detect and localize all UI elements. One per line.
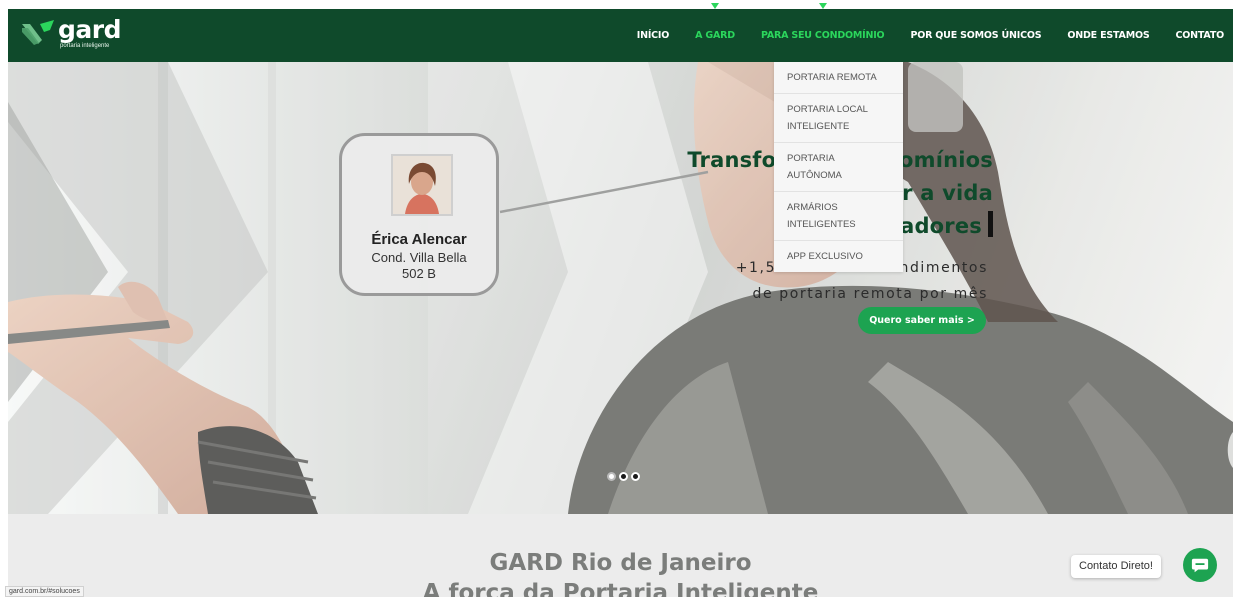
section-title: GARD Rio de Janeiro xyxy=(489,550,752,576)
hero-banner: Érica Alencar Cond. Villa Bella 502 B Tr… xyxy=(8,62,1233,514)
logo-wordmark: gard xyxy=(58,15,122,44)
resident-unit: 502 B xyxy=(402,266,436,281)
menu-item-app-exclusivo[interactable]: APP EXCLUSIVO xyxy=(774,241,903,272)
resident-condo: Cond. Villa Bella xyxy=(371,250,467,265)
logo-text: gard portaria inteligente xyxy=(58,15,122,51)
nav-a-gard[interactable]: A GARD xyxy=(695,3,735,41)
nav-para-seu-condominio[interactable]: PARA SEU CONDOMÍNIO xyxy=(760,3,885,41)
nav-inicio[interactable]: INÍCIO xyxy=(637,30,670,41)
slider-dot-1[interactable] xyxy=(607,472,616,481)
page: Érica Alencar Cond. Villa Bella 502 B Tr… xyxy=(0,0,1233,597)
resident-name: Érica Alencar xyxy=(371,231,467,248)
nav-onde-estamos[interactable]: ONDE ESTAMOS xyxy=(1067,30,1149,41)
intro-section: GARD Rio de Janeiro A força da Portaria … xyxy=(8,514,1233,597)
condominio-dropdown-menu: PORTARIA REMOTA PORTARIA LOCAL INTELIGEN… xyxy=(774,62,903,272)
status-bar-url: gard.com.br/#solucoes xyxy=(5,586,84,597)
resident-card: Érica Alencar Cond. Villa Bella 502 B xyxy=(339,133,499,296)
slider-dot-2[interactable] xyxy=(619,472,628,481)
resident-avatar xyxy=(391,154,453,216)
menu-item-armarios-inteligentes[interactable]: ARMÁRIOS INTELIGENTES xyxy=(774,192,903,241)
main-nav: INÍCIO A GARD PARA SEU CONDOMÍNIO POR QU… xyxy=(637,3,1233,62)
logo-tagline: portaria inteligente xyxy=(60,43,110,49)
chat-label[interactable]: Contato Direto! xyxy=(1071,555,1161,578)
nav-caret-icon xyxy=(818,3,827,9)
nav-contato[interactable]: CONTATO xyxy=(1175,30,1224,41)
hero-overlay xyxy=(8,62,1233,514)
typing-cursor xyxy=(988,211,993,237)
slider-next-arrow[interactable] xyxy=(1223,434,1233,466)
slider-dots xyxy=(607,472,640,481)
nav-a-gard-label: A GARD xyxy=(695,30,735,41)
cta-button[interactable]: Quero saber mais > xyxy=(858,307,986,334)
header-navbar: gard portaria inteligente INÍCIO A GARD … xyxy=(8,3,1233,62)
slider-dot-3[interactable] xyxy=(631,472,640,481)
chat-bubble-icon xyxy=(1191,558,1209,573)
menu-item-portaria-local-inteligente[interactable]: PORTARIA LOCAL INTELIGENTE xyxy=(774,94,903,143)
logo[interactable]: gard portaria inteligente xyxy=(20,15,122,51)
nav-por-que-somos-unicos[interactable]: POR QUE SOMOS ÚNICOS xyxy=(910,30,1041,41)
menu-item-portaria-remota[interactable]: PORTARIA REMOTA xyxy=(774,62,903,94)
subtext-line-2: de portaria remota por mês xyxy=(752,286,988,302)
menu-item-portaria-autonoma[interactable]: PORTARIA AUTÔNOMA xyxy=(774,143,903,192)
section-subtitle: A força da Portaria Inteligente xyxy=(422,580,819,597)
nav-para-seu-condominio-label: PARA SEU CONDOMÍNIO xyxy=(760,30,885,41)
logo-mark-icon xyxy=(22,20,54,45)
nav-caret-icon xyxy=(711,3,720,9)
chat-button[interactable] xyxy=(1183,548,1217,582)
